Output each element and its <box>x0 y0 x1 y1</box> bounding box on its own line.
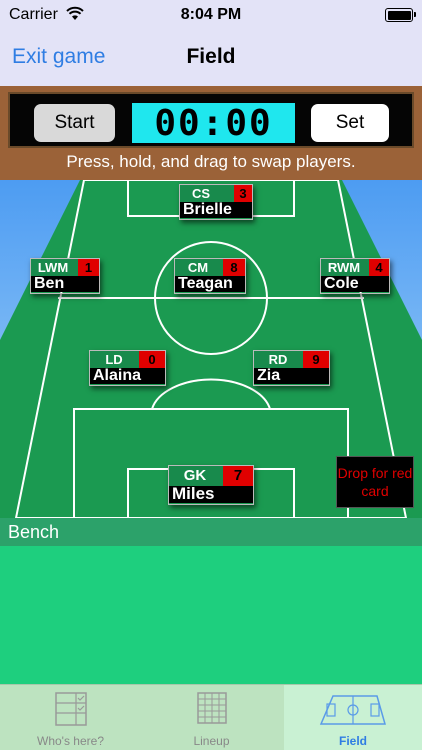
player-number: 4 <box>369 259 389 276</box>
player-name: Alaina <box>93 367 142 384</box>
grid-icon <box>196 692 227 724</box>
player-position: LD <box>105 352 123 367</box>
player-position: CS <box>191 186 211 201</box>
player-number: 8 <box>223 259 245 276</box>
player-name: Cole <box>324 275 359 292</box>
player-number: 3 <box>234 185 252 202</box>
player-card-cm[interactable]: CM 8 Teagan <box>174 258 246 294</box>
tab-label: Who's here? <box>37 734 104 748</box>
tab-field[interactable]: Field <box>284 685 422 750</box>
player-position: RWM <box>327 260 361 275</box>
exit-game-button[interactable]: Exit game <box>12 45 105 69</box>
player-card-lwm[interactable]: LWM 1 Ben <box>30 258 100 294</box>
player-position: GK <box>183 467 207 484</box>
bench-header: Bench <box>0 518 422 546</box>
red-card-drop-zone[interactable]: Drop for red card <box>336 456 414 508</box>
status-time: 8:04 PM <box>180 6 242 23</box>
player-name: Miles <box>172 484 215 503</box>
player-number: 7 <box>223 466 253 486</box>
game-clock: 00:00 <box>132 103 295 144</box>
player-card-cs[interactable]: CS 3 Brielle <box>179 184 253 220</box>
timer-panel: Start 00:00 Set Press, hold, and drag to… <box>0 86 422 180</box>
start-button[interactable]: Start <box>34 104 115 142</box>
tab-label: Lineup <box>193 734 230 748</box>
bench-area[interactable] <box>0 546 422 684</box>
timer-box: Start 00:00 Set <box>8 92 414 148</box>
tab-whos-here[interactable]: Who's here? <box>0 685 141 750</box>
player-position: RD <box>268 352 288 367</box>
player-card-ld[interactable]: LD 0 Alaina <box>89 350 166 386</box>
player-number: 0 <box>139 351 165 368</box>
player-number: 9 <box>303 351 329 368</box>
player-name: Teagan <box>178 275 233 292</box>
player-name: Zia <box>257 367 281 384</box>
tab-label: Field <box>338 734 367 748</box>
player-card-rwm[interactable]: RWM 4 Cole <box>320 258 390 294</box>
player-position: CM <box>187 260 209 275</box>
player-card-gk[interactable]: GK 7 Miles <box>168 465 254 505</box>
status-bar: Carrier 8:04 PM <box>0 0 422 30</box>
player-card-rd[interactable]: RD 9 Zia <box>253 350 330 386</box>
swap-hint: Press, hold, and drag to swap players. <box>66 152 356 171</box>
player-name: Brielle <box>183 201 232 218</box>
field-icon <box>319 695 386 725</box>
set-button[interactable]: Set <box>311 104 389 142</box>
player-name: Ben <box>34 275 65 292</box>
tab-lineup[interactable]: Lineup <box>141 685 282 750</box>
checklist-icon <box>54 692 87 726</box>
battery-icon <box>385 8 416 22</box>
player-position: LWM <box>37 260 69 275</box>
tab-bar: Who's here? Lineup Field <box>0 684 422 750</box>
nav-bar: Exit game Field <box>0 30 422 86</box>
player-number: 1 <box>78 259 99 276</box>
field-area: CS 3 Brielle LWM 1 Ben CM 8 Teagan RWM 4… <box>0 180 422 518</box>
